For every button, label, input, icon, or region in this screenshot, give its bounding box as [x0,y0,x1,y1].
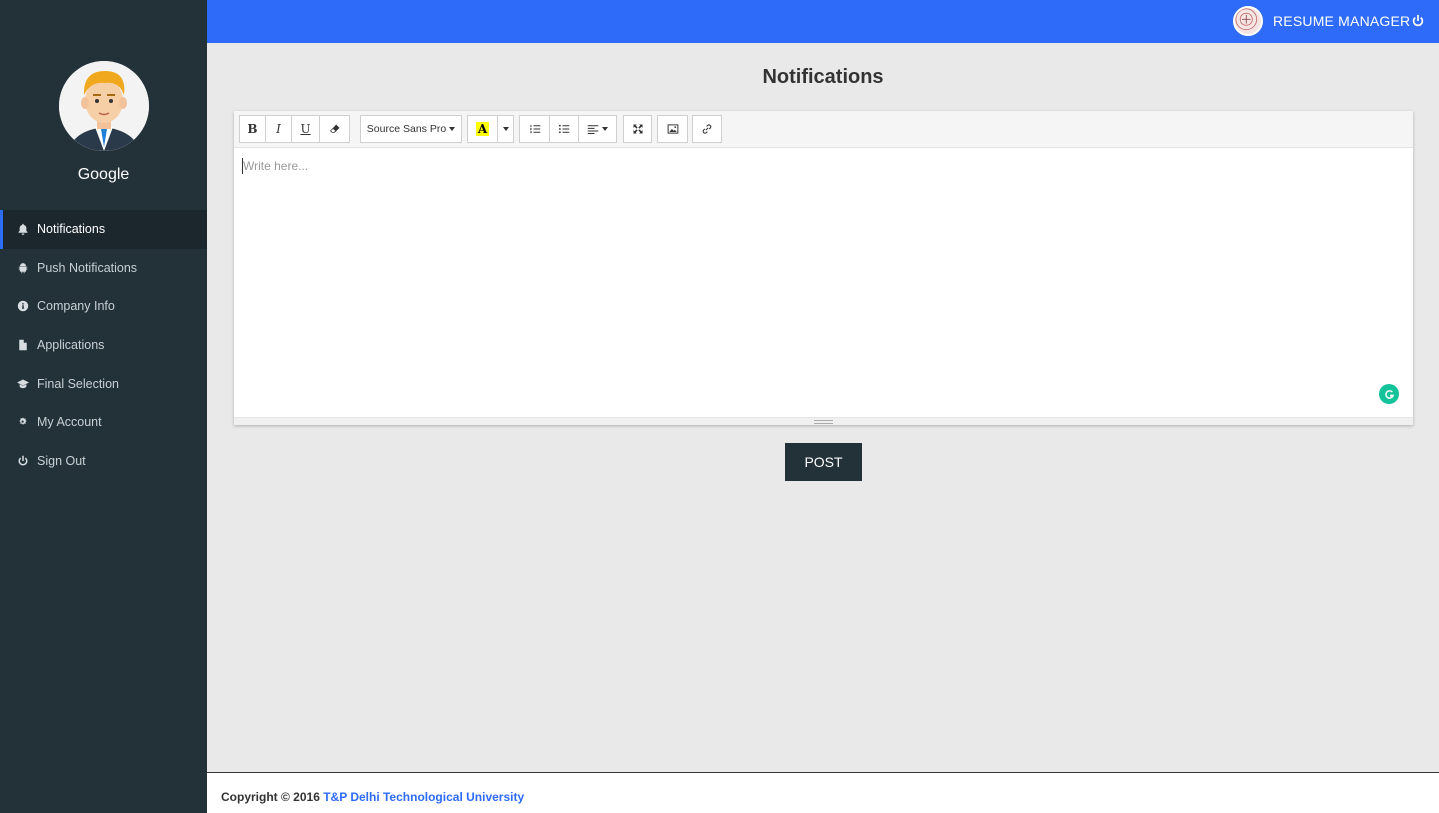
top-bar: RESUME MANAGER [207,0,1439,43]
seal-icon [1235,8,1258,31]
avatar [59,61,149,151]
cogs-icon [16,416,29,429]
ordered-list-icon [529,124,540,134]
grip-icon [814,420,833,424]
grammarly-button[interactable] [1379,384,1399,404]
insert-image-button[interactable] [657,115,688,143]
sidebar-item-label: Sign Out [37,453,86,468]
ordered-list-button[interactable] [519,115,550,143]
university-logo [1233,6,1263,36]
bold-button[interactable]: B [239,115,266,143]
profile-name: Google [77,166,130,183]
insert-link-button[interactable] [692,115,722,143]
image-icon [667,124,678,134]
expand-icon [633,124,642,134]
info-circle-icon [16,300,29,313]
highlight-color-button[interactable]: A [467,115,498,143]
sidebar-nav: Notifications Push Notifications Company… [0,210,207,480]
editor-textarea[interactable]: Write here... [234,148,1413,417]
sidebar-item-push-notifications[interactable]: Push Notifications [0,249,207,288]
footer-copyright: Copyright © 2016 T&P Delhi Technological… [221,790,524,804]
unordered-list-button[interactable] [549,115,579,143]
chevron-down-icon [502,127,509,131]
align-left-icon [587,125,599,135]
highlight-letter: A [475,122,490,136]
sidebar-item-label: Notifications [37,222,106,237]
underline-button[interactable]: U [291,115,320,143]
sidebar-item-label: My Account [37,415,102,430]
chevron-down-icon [602,127,608,131]
editor-placeholder: Write here... [243,159,309,173]
footer: Copyright © 2016 T&P Delhi Technological… [207,772,1439,813]
editor-resize-handle[interactable] [234,417,1413,425]
power-icon [16,454,29,467]
sidebar-item-my-account[interactable]: My Account [0,403,207,442]
user-avatar-icon [59,61,149,151]
university-link[interactable]: T&P Delhi Technological University [323,790,524,804]
editor-toolbar: B I U Source Sans Pro A [234,111,1413,148]
brand-title: RESUME MANAGER [1273,13,1411,29]
sidebar-item-sign-out[interactable]: Sign Out [0,442,207,481]
grammarly-icon [1384,389,1394,399]
copyright-text: Copyright © 2016 [221,790,324,804]
sidebar-item-label: Company Info [37,299,115,314]
android-icon [16,261,29,274]
font-family-value: Source Sans Pro [366,123,447,135]
sidebar-item-notifications[interactable]: Notifications [0,210,207,249]
sidebar-item-label: Applications [37,338,105,353]
file-icon [16,339,29,352]
unordered-list-icon [558,124,570,134]
italic-button[interactable]: I [265,115,292,143]
bell-icon [16,223,29,236]
power-icon [1412,14,1424,27]
sidebar-item-label: Final Selection [37,376,119,391]
fullscreen-button[interactable] [623,115,652,143]
font-family-dropdown[interactable]: Source Sans Pro [360,115,462,143]
clear-format-button[interactable] [319,115,350,143]
sidebar-item-label: Push Notifications [37,260,138,275]
post-button[interactable]: POST [785,443,862,481]
sidebar: Google Notifications Push Notifications … [0,0,207,813]
chevron-down-icon [449,127,456,131]
logout-button[interactable] [1410,13,1426,29]
graduation-cap-icon [16,377,29,390]
sidebar-item-applications[interactable]: Applications [0,326,207,365]
eraser-icon [329,124,339,133]
link-icon [702,124,712,134]
rich-text-editor: B I U Source Sans Pro A Write here... [234,111,1413,425]
page-title: Notifications [762,66,884,88]
align-dropdown[interactable] [578,115,617,143]
sidebar-item-company-info[interactable]: Company Info [0,287,207,326]
sidebar-item-final-selection[interactable]: Final Selection [0,364,207,403]
highlight-color-dropdown[interactable] [497,115,514,143]
